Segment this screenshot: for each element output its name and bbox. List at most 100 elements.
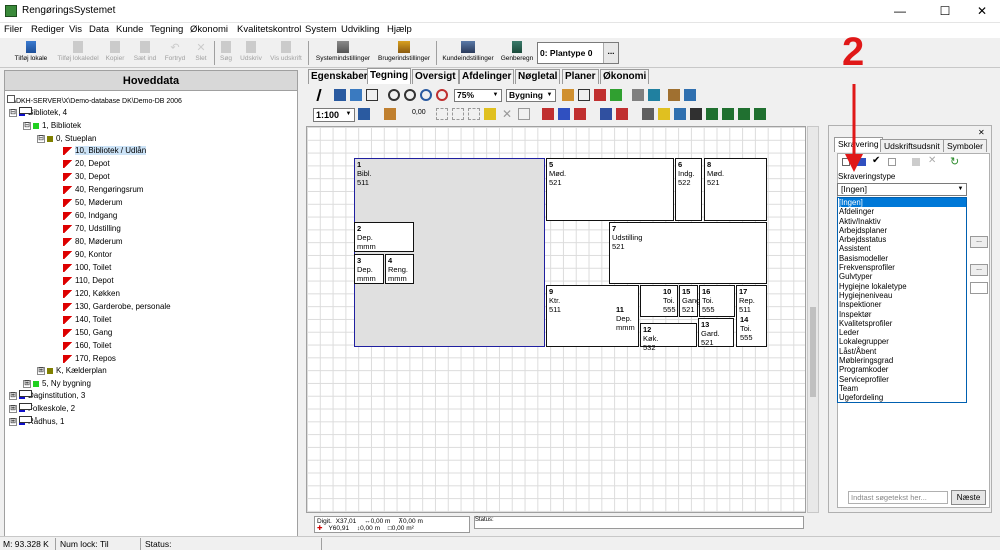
menu-system[interactable]: System xyxy=(305,24,337,35)
tree-node[interactable]: 160, Toilet xyxy=(63,340,111,352)
undo-button[interactable]: ↶ Fortryd xyxy=(163,40,187,66)
grid-lines-icon[interactable] xyxy=(574,108,586,120)
dropdown-option[interactable]: Møbleringsgrad xyxy=(839,356,966,365)
tab-afdelinger[interactable]: Afdelinger xyxy=(459,69,515,84)
tab-egenskaber[interactable]: Egenskaber xyxy=(308,69,371,84)
snap-line-icon[interactable] xyxy=(468,108,480,120)
zoom-out-icon[interactable] xyxy=(404,89,416,101)
tree-node[interactable]: 150, Gang xyxy=(63,327,112,339)
color-field[interactable] xyxy=(970,282,988,294)
snap-corner-icon[interactable] xyxy=(452,108,464,120)
edit-tool-icon[interactable] xyxy=(350,89,362,101)
browse-button[interactable]: ... xyxy=(970,236,988,248)
align-icon[interactable] xyxy=(600,108,612,120)
zoom-in-icon[interactable] xyxy=(388,89,400,101)
minimize-button[interactable]: — xyxy=(880,0,920,23)
volume-icon[interactable] xyxy=(754,108,766,120)
dropdown-option[interactable]: Basismodeller xyxy=(839,254,966,263)
expand-icon[interactable]: ⊞ xyxy=(9,417,17,426)
paste-button[interactable]: Sæt ind xyxy=(130,40,160,66)
symbol-icon[interactable] xyxy=(674,108,686,120)
paint-icon[interactable] xyxy=(632,89,644,101)
tree-node[interactable]: 30, Depot xyxy=(63,171,110,183)
tab-oversigt[interactable]: Oversigt xyxy=(412,69,459,84)
recalculate-button[interactable]: Genberegn xyxy=(499,40,535,66)
dropdown-option[interactable]: Team xyxy=(839,384,966,393)
tree-node[interactable]: 140, Toilet xyxy=(63,314,111,326)
room-shape[interactable]: 10 Toi. 555 xyxy=(640,285,678,317)
line-style-icon[interactable] xyxy=(358,108,370,120)
tree-node[interactable]: ⊟ Bibliotek, 4 xyxy=(9,107,67,119)
calendar-icon[interactable] xyxy=(562,89,574,101)
wall-icon[interactable] xyxy=(542,108,554,120)
room-shape[interactable]: 7 Udstilling 521 xyxy=(609,222,767,284)
close-button[interactable]: ✕ xyxy=(962,0,1000,23)
label-icon[interactable] xyxy=(658,108,670,120)
search-input[interactable]: Indtast søgetekst her... xyxy=(848,491,948,504)
menu-kvalitetskontrol[interactable]: Kvalitetskontrol xyxy=(237,24,301,35)
customer-settings-button[interactable]: Kundeindstillinger xyxy=(440,40,496,66)
tab-symboler[interactable]: Symboler xyxy=(943,139,987,152)
search-button[interactable]: Søg xyxy=(217,40,235,66)
layer-icon[interactable] xyxy=(610,89,622,101)
tab-udskriftsudsnit[interactable]: Udskriftsudsnit xyxy=(880,139,944,152)
export-icon[interactable] xyxy=(684,89,696,101)
maximize-button[interactable]: ☐ xyxy=(925,0,965,23)
collapse-icon[interactable]: ⊟ xyxy=(23,121,31,130)
dropdown-option[interactable]: [Ingen] xyxy=(839,198,966,208)
dropdown-option[interactable]: Gulvtyper xyxy=(839,272,966,281)
room-shape[interactable]: 16 Toi. 555 xyxy=(699,285,735,317)
delete-icon[interactable]: ✕ xyxy=(928,155,936,166)
floor-icon[interactable] xyxy=(722,108,734,120)
pen-icon[interactable] xyxy=(384,108,396,120)
expand-icon[interactable]: ⊞ xyxy=(9,391,17,400)
tree-node[interactable]: 170, Repos xyxy=(63,353,116,365)
tree-node[interactable]: 80, Møderum xyxy=(63,236,123,248)
menu-kunde[interactable]: Kunde xyxy=(116,24,143,35)
zoom-prev-icon[interactable] xyxy=(436,89,448,101)
tree-node[interactable]: ⊞ Daginstitution, 3 xyxy=(9,390,85,402)
tree-root[interactable]: C:\DKH-SERVER\X\Demo-database DK\Demo-DB… xyxy=(7,95,182,107)
door-icon[interactable] xyxy=(594,89,606,101)
plantype-selector[interactable]: 0: Plantype 0... xyxy=(537,42,619,64)
menu-vis[interactable]: Vis xyxy=(69,24,82,35)
table-icon[interactable] xyxy=(578,89,590,101)
tree-node[interactable]: 110, Depot xyxy=(63,275,114,287)
tree-node[interactable]: 50, Møderum xyxy=(63,197,123,209)
menu-okonomi[interactable]: Økonomi xyxy=(190,24,228,35)
tree-node[interactable]: ⊞ K, Kælderplan xyxy=(37,365,107,377)
dropdown-option[interactable]: Arbejdsstatus xyxy=(839,235,966,244)
dropdown-option[interactable]: Hygiejne lokaletype xyxy=(839,282,966,291)
copy-button[interactable]: Kopier xyxy=(104,40,126,66)
highlight-icon[interactable] xyxy=(484,108,496,120)
plantype-browse-button[interactable]: ... xyxy=(603,43,618,63)
expand-icon[interactable]: ⊞ xyxy=(23,379,31,388)
room-shape[interactable]: 2 Dep. mmm xyxy=(354,222,414,252)
canvas-vertical-scrollbar[interactable] xyxy=(807,126,819,513)
tree-node[interactable]: 120, Køkken xyxy=(63,288,120,300)
building-filter-select[interactable]: Bygning ▼ xyxy=(506,89,556,102)
close-panel-icon[interactable]: ✕ xyxy=(978,128,985,137)
delete-button[interactable]: ✕ Slet xyxy=(190,40,212,66)
dropdown-option[interactable]: Leder xyxy=(839,328,966,337)
tree-node[interactable]: ⊞ 5, Ny bygning xyxy=(23,378,91,390)
scroll-thumb[interactable] xyxy=(810,307,816,397)
room-shape[interactable]: 5 Mød. 521 xyxy=(546,158,674,221)
monitor-icon[interactable] xyxy=(648,89,660,101)
add-room-button[interactable]: Tilføj lokale xyxy=(11,40,51,66)
list-icon[interactable] xyxy=(888,158,896,166)
menu-hjaelp[interactable]: Hjælp xyxy=(387,24,412,35)
drawing-canvas[interactable]: 1 Bibl. 511 2 Dep. mmm 3 Dep. mmm 4 Reng. mmm 5M… xyxy=(306,126,806,513)
room-shape[interactable]: 12 Køk. 532 xyxy=(640,323,697,352)
tree-node[interactable]: 10, Bibliotek / Udlån xyxy=(63,145,147,157)
dropdown-option[interactable]: Frekvensprofiler xyxy=(839,263,966,272)
collapse-icon[interactable]: ⊟ xyxy=(9,108,17,117)
zoom-fit-icon[interactable] xyxy=(420,89,432,101)
tab-tegning[interactable]: Tegning xyxy=(367,68,412,84)
tab-okonomi[interactable]: Økonomi xyxy=(600,69,650,84)
zoom-select[interactable]: 75% ▼ xyxy=(454,89,502,102)
book-icon[interactable] xyxy=(668,89,680,101)
tree-node[interactable]: 40, Rengøringsrum xyxy=(63,184,143,196)
tab-planer[interactable]: Planer xyxy=(562,69,599,84)
zoom-window-icon[interactable] xyxy=(366,89,378,101)
